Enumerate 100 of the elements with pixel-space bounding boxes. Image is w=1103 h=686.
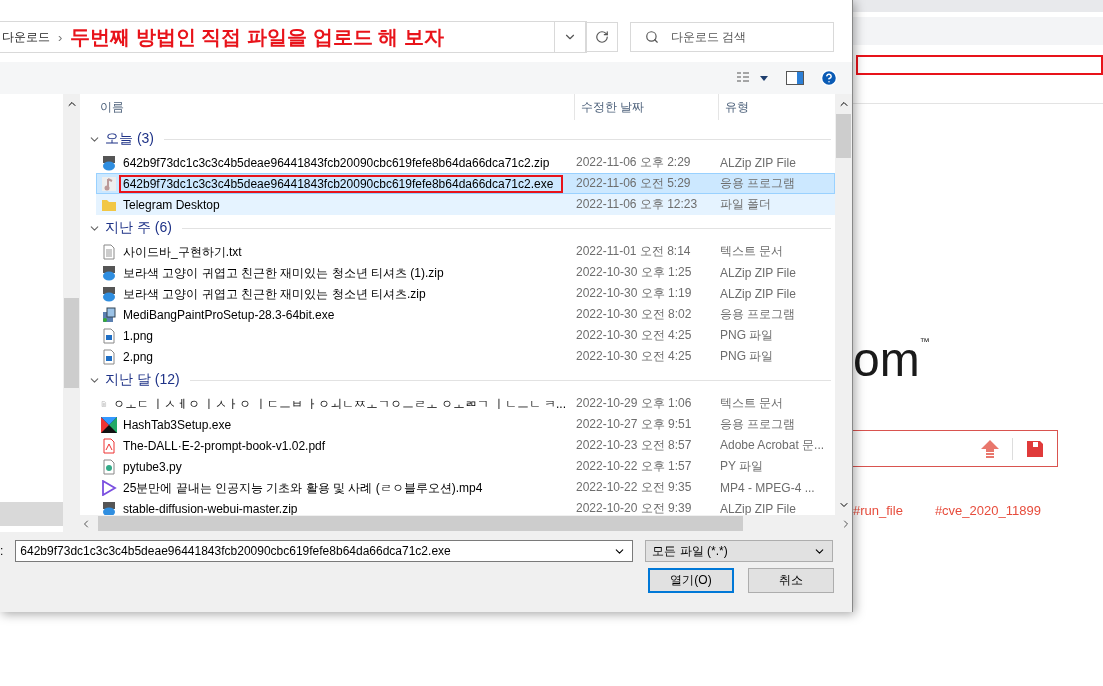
date-cell-text: 2022-11-06 오전 5:29 [576, 175, 692, 192]
colorful-tile-icon [101, 416, 117, 433]
file-row[interactable]: HashTab3Setup.exe 2022-10-27 오후 9:51 응용 프로그램 [96, 414, 835, 435]
date-cell-text: 2022-10-27 오후 9:51 [576, 416, 693, 433]
cancel-button[interactable]: 취소 [748, 568, 834, 593]
date-cell-text: 2022-10-30 오전 8:02 [576, 306, 693, 323]
scrollbar-thumb[interactable] [98, 516, 743, 531]
type-cell-text: PY 파일 [720, 458, 765, 475]
file-name: pytube3.py [122, 458, 183, 476]
column-header[interactable]: 유형 [719, 94, 834, 120]
file-row[interactable]: Telegram Desktop 2022-11-06 오후 12:23 파일 폴더 [96, 194, 835, 215]
file-name: 642b9f73dc1c3c3c4b5deae96441843fcb20090cbc619fefe8b64da66dca71c2.exe [119, 174, 564, 193]
file-row[interactable]: 보라색 고양이 귀엽고 친근한 재미있는 청소년 티셔츠.zip 2022-10-30 오후 1:19 ALZip ZIP File [96, 283, 835, 304]
type-cell-text: PNG 파일 [720, 327, 775, 344]
help-icon[interactable] [820, 69, 838, 87]
file-row[interactable]: 1.png 2022-10-30 오전 4:25 PNG 파일 [96, 325, 835, 346]
file-row[interactable]: ㅇㅗㄷ ㅣㅅㅔㅇ ㅣㅅㅏㅇ ㅣㄷㅡㅂ ㅏㅇㅚㄴㅉㅗㄱㅇㅡㄹㅗ ㅇㅗㄻㄱ ㅣㄴㅡㄴ ㅋ... 2022-10-29 오후 1:06 텍스트 문서 [96, 393, 835, 414]
script-file-icon [101, 458, 117, 475]
refresh-icon [595, 30, 609, 44]
file-row[interactable]: 25분만에 끝내는 인공지능 기초와 활용 및 사례 (ㄹㅇ블루오션).mp4 2022-10-22 오전 9:35 MP4 - MPEG-4 ... [96, 477, 835, 498]
type-cell-text: PNG 파일 [720, 348, 775, 365]
view-options-icon[interactable] [736, 71, 770, 85]
file-name-value: 642b9f73dc1c3c3c4b5deae96441843fcb20090cbc619fefe8b64da66dca71c2.exe [20, 544, 451, 558]
date-cell-text: 2022-10-22 오전 9:35 [576, 479, 693, 496]
file-name: 642b9f73dc1c3c3c4b5deae96441843fcb20090cbc619fefe8b64da66dca71c2.zip [122, 154, 551, 172]
date-cell-text: 2022-10-22 오후 1:57 [576, 458, 693, 475]
type-cell-text: Adobe Acrobat 문... [720, 437, 826, 454]
refresh-button[interactable] [586, 22, 618, 52]
group-header[interactable]: 지난 달 (12) [105, 371, 180, 389]
logo-text: om [853, 336, 920, 384]
type-cell-text: 응용 프로그램 [720, 306, 797, 323]
file-row[interactable]: 2.png 2022-10-30 오전 4:25 PNG 파일 [96, 346, 835, 367]
preview-pane-icon[interactable] [786, 71, 804, 85]
image-file-icon [101, 327, 117, 344]
type-cell-text: ALZip ZIP File [720, 286, 797, 301]
music-note-icon [101, 175, 117, 192]
group-header[interactable]: 오늘 (3) [105, 130, 154, 148]
file-row[interactable]: stable-diffusion-webui-master.zip 2022-10-20 오전 9:39 ALZip ZIP File [96, 498, 835, 515]
file-row[interactable]: MediBangPaintProSetup-28.3-64bit.exe 2022-10-30 오전 8:02 응용 프로그램 [96, 304, 835, 325]
file-row[interactable]: pytube3.py 2022-10-22 오후 1:57 PY 파일 [96, 456, 835, 477]
file-name: 1.png [122, 327, 155, 345]
upload-field[interactable] [853, 430, 1058, 467]
date-cell-text: 2022-10-29 오후 1:06 [576, 395, 693, 412]
scrollbar-thumb[interactable] [836, 114, 851, 158]
upload-arrow-icon[interactable] [980, 438, 1000, 459]
file-type-select[interactable]: 모든 파일 (*.*) [645, 540, 834, 562]
file-type-value: 모든 파일 (*.*) [652, 542, 728, 560]
breadcrumb-item[interactable]: 다운로드 [2, 28, 50, 46]
installer-icon [101, 306, 117, 323]
column-header[interactable]: 수정한 날짜 [575, 94, 719, 120]
pdf-file-icon [101, 437, 117, 454]
url-field[interactable] [856, 55, 1103, 75]
file-name-field[interactable]: 642b9f73dc1c3c3c4b5deae96441843fcb20090cbc619fefe8b64da66dca71c2.exe [15, 540, 634, 562]
type-cell-text: ALZip ZIP File [720, 265, 797, 280]
type-cell-text: 텍스트 문서 [720, 243, 785, 260]
archive-icon [101, 154, 117, 171]
text-file-icon [101, 243, 117, 260]
tag-link[interactable]: #run_file [853, 503, 903, 518]
breadcrumb-separator: › [58, 29, 63, 45]
column-header[interactable]: 이름 [80, 94, 575, 120]
annotation-text: 두번째 방법인 직접 파일을 업로드 해 보자 [70, 24, 444, 50]
file-name: ㅇㅗㄷ ㅣㅅㅔㅇ ㅣㅅㅏㅇ ㅣㄷㅡㅂ ㅏㅇㅚㄴㅉㅗㄱㅇㅡㄹㅗ ㅇㅗㄻㄱ ㅣㄴㅡㄴ ㅋ... [111, 395, 567, 413]
date-cell-text: 2022-11-01 오전 8:14 [576, 243, 692, 260]
tag-link[interactable]: #cve_2020_11899 [934, 503, 1041, 518]
type-cell-text: ALZip ZIP File [720, 501, 797, 515]
file-name: stable-diffusion-webui-master.zip [122, 500, 299, 515]
search-icon [645, 30, 659, 44]
search-field[interactable]: 다운로드 검색 [630, 22, 834, 52]
file-name: 25분만에 끝내는 인공지능 기초와 활용 및 사례 (ㄹㅇ블루오션).mp4 [122, 479, 484, 497]
type-cell-text: 응용 프로그램 [720, 175, 797, 192]
date-cell-text: 2022-11-06 오후 2:29 [576, 154, 692, 171]
type-cell-text: 파일 폴더 [720, 196, 773, 213]
file-name: 2.png [122, 348, 155, 366]
file-row[interactable]: 642b9f73dc1c3c3c4b5deae96441843fcb20090cbc619fefe8b64da66dca71c2.zip 2022-11-06 오후 2:29 ALZip ZIP File [96, 152, 835, 173]
file-name: 보라색 고양이 귀엽고 친근한 재미있는 청소년 티셔츠 (1).zip [122, 264, 445, 282]
save-icon[interactable] [1025, 438, 1045, 459]
archive-icon [101, 285, 117, 302]
file-name: 보라색 고양이 귀엽고 친근한 재미있는 청소년 티셔츠.zip [122, 285, 427, 303]
date-cell-text: 2022-10-30 오후 1:19 [576, 285, 693, 302]
file-name: HashTab3Setup.exe [122, 416, 233, 434]
archive-icon [101, 500, 117, 515]
address-bar[interactable]: 다운로드 › 두번째 방법인 직접 파일을 업로드 해 보자 [0, 21, 587, 53]
file-row[interactable]: The-DALL·E-2-prompt-book-v1.02.pdf 2022-10-23 오전 8:57 Adobe Acrobat 문... [96, 435, 835, 456]
file-row[interactable]: 642b9f73dc1c3c3c4b5deae96441843fcb20090cbc619fefe8b64da66dca71c2.exe 2022-11-06 오전 5:29 응용 프로그램 [96, 173, 835, 194]
archive-icon [101, 264, 117, 281]
type-cell-text: MP4 - MPEG-4 ... [720, 480, 816, 495]
file-name: MediBangPaintProSetup-28.3-64bit.exe [122, 306, 336, 324]
scrollbar-thumb[interactable] [64, 298, 79, 388]
file-row[interactable]: 보라색 고양이 귀엽고 친근한 재미있는 청소년 티셔츠 (1).zip 2022-10-30 오후 1:25 ALZip ZIP File [96, 262, 835, 283]
play-icon [101, 479, 117, 496]
date-cell-text: 2022-10-30 오전 4:25 [576, 348, 693, 365]
group-header[interactable]: 지난 주 (6) [105, 219, 172, 237]
date-cell-text: 2022-10-23 오전 8:57 [576, 437, 693, 454]
search-placeholder: 다운로드 검색 [671, 28, 747, 46]
image-file-icon [101, 348, 117, 365]
type-cell-text: ALZip ZIP File [720, 155, 797, 170]
file-row[interactable]: 사이드바_구현하기.txt 2022-11-01 오전 8:14 텍스트 문서 [96, 241, 835, 262]
open-button[interactable]: 열기(O) [648, 568, 734, 593]
file-name: Telegram Desktop [122, 196, 221, 214]
file-name: The-DALL·E-2-prompt-book-v1.02.pdf [122, 437, 327, 455]
